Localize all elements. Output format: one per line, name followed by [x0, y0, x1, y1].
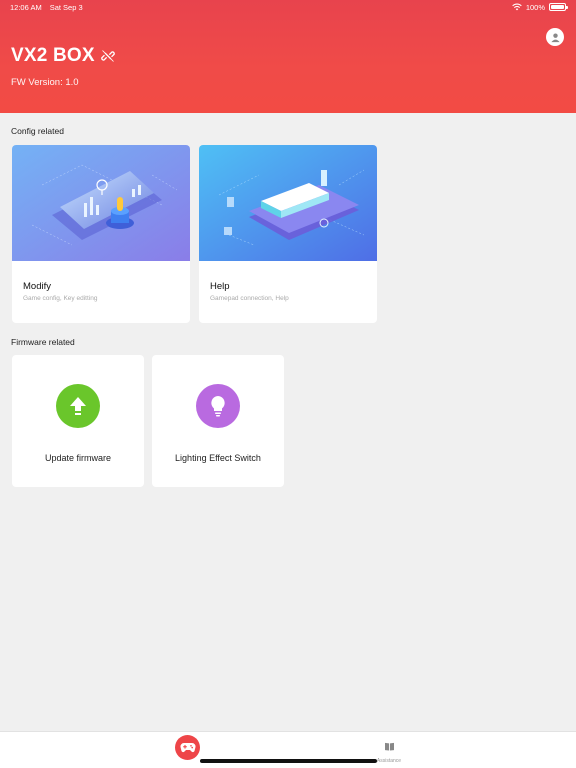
status-time: 12:06 AM	[10, 2, 42, 12]
update-firmware-label: Update firmware	[44, 453, 112, 463]
home-indicator	[200, 759, 377, 763]
help-card[interactable]: Help Gamepad connection, Help	[199, 145, 377, 323]
modify-subtitle: Game config, Key editting	[23, 295, 98, 302]
device-title: VX2 BOX	[11, 45, 95, 66]
help-title: Help	[210, 281, 230, 292]
update-firmware-card[interactable]: Update firmware	[12, 355, 144, 487]
app-header: VX2 BOX FW Version: 1.0	[0, 0, 576, 113]
help-illustration	[199, 145, 377, 261]
lighting-effect-label: Lighting Effect Switch	[175, 453, 261, 463]
battery-percent: 100%	[525, 2, 545, 12]
upload-arrow-icon	[56, 384, 100, 428]
wifi-icon	[512, 3, 522, 11]
user-icon	[550, 32, 560, 42]
gamepad-icon	[179, 742, 196, 753]
lightbulb-icon	[196, 384, 240, 428]
lighting-effect-card[interactable]: Lighting Effect Switch	[152, 355, 284, 487]
book-icon	[384, 742, 394, 751]
status-date: Sat Sep 3	[49, 2, 83, 12]
modify-title: Modify	[23, 281, 51, 292]
unlink-icon[interactable]	[100, 49, 115, 63]
tab-assistance[interactable]: Assistance	[372, 738, 406, 764]
battery-icon	[549, 3, 568, 11]
status-bar: 12:06 AM Sat Sep 3 100%	[0, 0, 576, 14]
tab-assistance-label: Assistance	[376, 758, 402, 764]
user-avatar-button[interactable]	[546, 28, 564, 46]
title-row: VX2 BOX	[11, 45, 115, 67]
section-config-label: Config related	[11, 126, 64, 136]
help-subtitle: Gamepad connection, Help	[210, 295, 289, 302]
fw-version: FW Version: 1.0	[11, 77, 79, 88]
section-firmware-label: Firmware related	[11, 337, 75, 347]
modify-illustration	[12, 145, 190, 261]
tab-gamepad[interactable]	[175, 735, 200, 760]
modify-card[interactable]: Modify Game config, Key editting	[12, 145, 190, 323]
